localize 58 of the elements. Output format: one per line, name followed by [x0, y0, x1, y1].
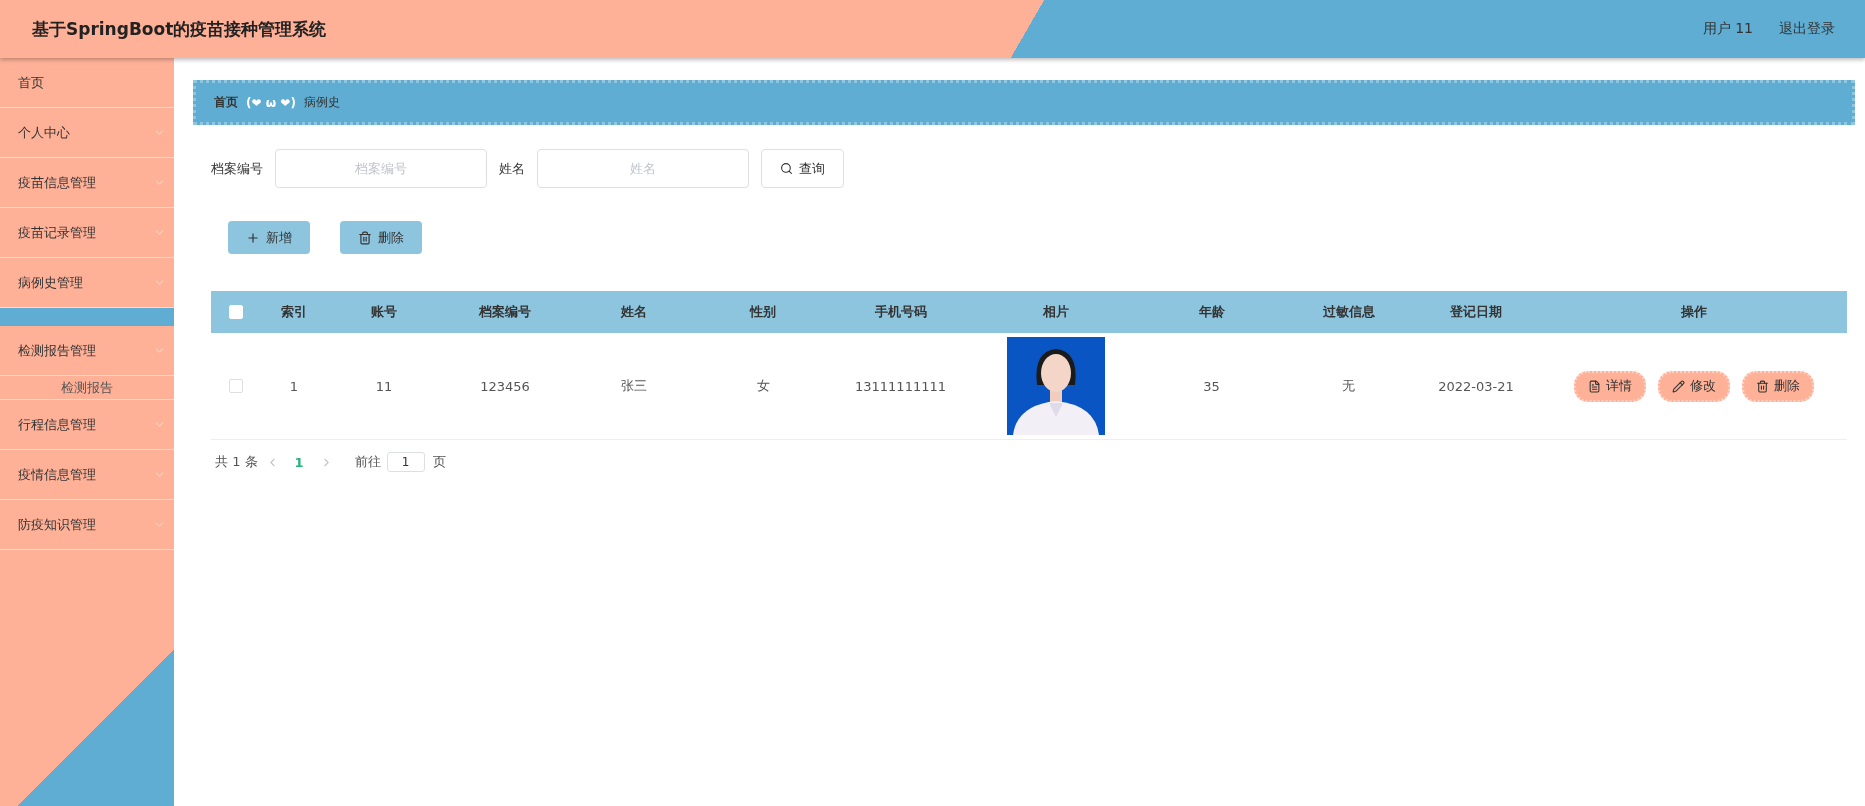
trash-icon: [1755, 379, 1769, 393]
search-field[interactable]: 姓名: [537, 149, 749, 188]
search-field[interactable]: 档案编号: [275, 149, 487, 188]
menu-item[interactable]: 首页: [0, 58, 174, 108]
search-icon: [780, 162, 793, 175]
detail-button[interactable]: 详情: [1573, 370, 1646, 402]
document-icon: [1587, 379, 1601, 393]
page-input[interactable]: 1: [386, 452, 425, 472]
logout-link[interactable]: 退出登录: [1779, 20, 1835, 38]
column-header: 过敏信息: [1321, 303, 1376, 321]
plus-icon: [246, 230, 260, 245]
page-suffix: 页: [432, 453, 446, 471]
selected-submenu-band[interactable]: [0, 308, 174, 326]
select-all-checkbox[interactable]: [228, 305, 243, 319]
menu-item[interactable]: 个人中心: [0, 108, 174, 158]
column-header: 手机号码: [873, 303, 928, 321]
table-cell-text: 1: [288, 378, 300, 394]
delete-button[interactable]: 删除: [1741, 370, 1814, 402]
search-button[interactable]: 查询: [761, 149, 844, 188]
submenu-item[interactable]: 检测报告: [0, 376, 174, 400]
table-cell-text: 11: [374, 378, 394, 394]
menu-item[interactable]: 疫情信息管理: [0, 450, 174, 500]
column-header: 性别: [748, 303, 777, 321]
table-cell-text: 2022-03-21: [1437, 378, 1515, 394]
row-checkbox[interactable]: [228, 379, 243, 393]
trash-icon: [358, 230, 372, 245]
table-cell-text: 35: [1202, 378, 1221, 394]
column-header: 姓名: [620, 303, 648, 321]
goto-label: 前往: [354, 453, 381, 471]
menu-item[interactable]: 防疫知识管理: [0, 500, 174, 550]
field-label: 姓名: [499, 159, 525, 178]
menu-item[interactable]: 疫苗信息管理: [0, 158, 174, 208]
column-header: 索引: [280, 303, 308, 321]
breadcrumb-home[interactable]: 首页: [214, 94, 238, 111]
table-cell-text: 张三: [620, 377, 648, 395]
menu-item[interactable]: 行程信息管理: [0, 400, 174, 450]
app-title: 基于SpringBoot的疫苗接种管理系统: [32, 17, 327, 41]
breadcrumb-separator: (❤ ω ❤): [246, 95, 296, 110]
delete-button[interactable]: 删除: [340, 221, 422, 254]
add-button[interactable]: 新增: [228, 221, 310, 254]
column-header: 登记日期: [1449, 303, 1503, 321]
table-cell-text: 123456: [479, 378, 531, 394]
user-name: 用户 11: [1702, 20, 1753, 38]
table-cell-text: 女: [755, 377, 771, 395]
table-cell-text: 13111111111: [854, 378, 947, 394]
table-cell-text: 无: [1341, 377, 1356, 395]
menu-item[interactable]: 检测报告管理: [0, 326, 174, 376]
total-count: 共 1 条: [215, 453, 258, 471]
column-header: 账号: [370, 303, 398, 321]
column-header: 档案编号: [478, 303, 532, 321]
pencil-icon: [1671, 379, 1685, 393]
breadcrumb-current: 病例史: [303, 94, 340, 111]
column-header: 相片: [1041, 303, 1070, 321]
edit-button[interactable]: 修改: [1657, 370, 1730, 402]
column-header: 操作: [1679, 303, 1708, 321]
field-label: 档案编号: [211, 159, 263, 178]
column-header: 年龄: [1197, 303, 1226, 321]
menu-item[interactable]: 疫苗记录管理: [0, 208, 174, 258]
